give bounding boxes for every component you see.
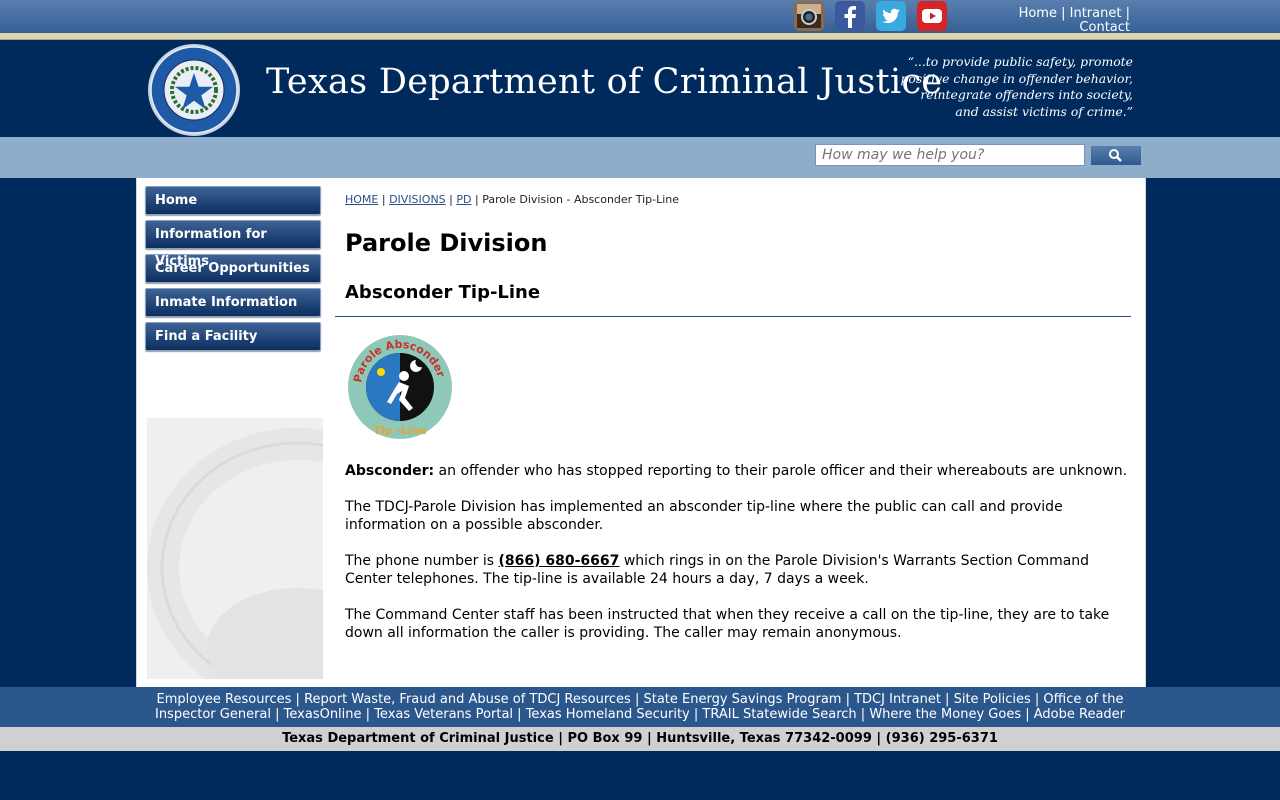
facebook-icon[interactable]	[835, 1, 865, 31]
paragraph-command-center: The Command Center staff has been instru…	[345, 607, 1110, 641]
instagram-icon[interactable]	[794, 1, 824, 31]
footer-link[interactable]: Adobe Reader	[1034, 707, 1125, 722]
search-band	[0, 137, 1280, 178]
section-title: Absconder Tip-Line	[345, 282, 541, 303]
article-body: Absconder: an offender who has stopped r…	[345, 462, 1131, 660]
footer-link[interactable]: TDCJ Intranet	[854, 692, 941, 707]
youtube-icon[interactable]	[917, 1, 947, 31]
search-button[interactable]	[1091, 146, 1141, 165]
twitter-icon[interactable]	[876, 1, 906, 31]
search-input[interactable]	[815, 144, 1085, 166]
sidebar-item-inmate-information[interactable]: Inmate Information	[145, 288, 321, 317]
agency-name: Texas Department of Criminal Justice	[266, 62, 943, 102]
breadcrumb-current: Parole Division - Absconder Tip-Line	[482, 193, 680, 206]
search-icon	[1109, 149, 1122, 162]
sidebar-item-information-for-victims[interactable]: Information for Victims	[145, 220, 321, 269]
separator: |	[1125, 6, 1130, 21]
breadcrumb-pd[interactable]: PD	[456, 193, 471, 206]
site-header: Texas Department of Criminal Justice “..…	[0, 40, 1280, 137]
top-bar: Home | Intranet | Contact	[0, 0, 1280, 35]
sidebar-item-career-opportunities[interactable]: Career Opportunities	[145, 254, 321, 283]
footer-link[interactable]: Report Waste, Fraud and Abuse of TDCJ Re…	[304, 692, 631, 707]
top-link-home[interactable]: Home	[1019, 6, 1057, 21]
breadcrumb-divisions[interactable]: DIVISIONS	[389, 193, 446, 206]
tdcj-seal-logo[interactable]	[147, 43, 241, 137]
definition-text: an offender who has stopped reporting to…	[434, 463, 1128, 479]
footer-link[interactable]: Employee Resources	[157, 692, 292, 707]
main-content: HOME | DIVISIONS | PD | Parole Division …	[335, 186, 1131, 641]
page-body: Home Information for Victims Career Oppo…	[136, 178, 1146, 687]
phone-intro: The phone number is	[345, 553, 499, 569]
svg-text:Tip -Line: Tip -Line	[373, 424, 427, 437]
footer-link[interactable]: TRAIL Statewide Search	[702, 707, 856, 722]
footer-link[interactable]: State Energy Savings Program	[643, 692, 841, 707]
absconder-tipline-logo: Parole Absconder Tip -Line	[347, 334, 453, 440]
breadcrumb: HOME | DIVISIONS | PD | Parole Division …	[345, 193, 680, 206]
top-link-intranet[interactable]: Intranet	[1070, 6, 1122, 21]
mission-statement: “...to provide public safety, promote po…	[900, 54, 1133, 119]
sidebar-item-find-a-facility[interactable]: Find a Facility	[145, 322, 321, 351]
footer-links-bar: Employee Resources | Report Waste, Fraud…	[0, 687, 1280, 727]
definition-paragraph: Absconder: an offender who has stopped r…	[345, 462, 1131, 480]
separator: |	[1061, 6, 1066, 21]
footer-address: Texas Department of Criminal Justice | P…	[0, 727, 1280, 751]
paragraph-implementation: The TDCJ-Parole Division has implemented…	[345, 499, 1063, 533]
footer-link[interactable]: Texas Veterans Portal	[374, 707, 513, 722]
utility-links: Home | Intranet | Contact	[990, 7, 1130, 35]
sidebar-item-home[interactable]: Home	[145, 186, 321, 215]
footer-link[interactable]: TexasOnline	[284, 707, 362, 722]
paragraph-phone: The phone number is (866) 680-6667 which…	[345, 552, 1131, 588]
breadcrumb-home[interactable]: HOME	[345, 193, 378, 206]
definition-term: Absconder:	[345, 463, 435, 479]
footer-link[interactable]: Site Policies	[954, 692, 1031, 707]
sidebar-nav: Home Information for Victims Career Oppo…	[145, 186, 326, 356]
page-title: Parole Division	[345, 229, 548, 257]
footer-link[interactable]: Where the Money Goes	[869, 707, 1021, 722]
seal-watermark-image	[147, 418, 323, 679]
gold-divider	[0, 33, 1280, 40]
footer-link[interactable]: Texas Homeland Security	[526, 707, 690, 722]
section-divider	[335, 316, 1131, 317]
phone-number-link[interactable]: (866) 680-6667	[498, 553, 619, 569]
